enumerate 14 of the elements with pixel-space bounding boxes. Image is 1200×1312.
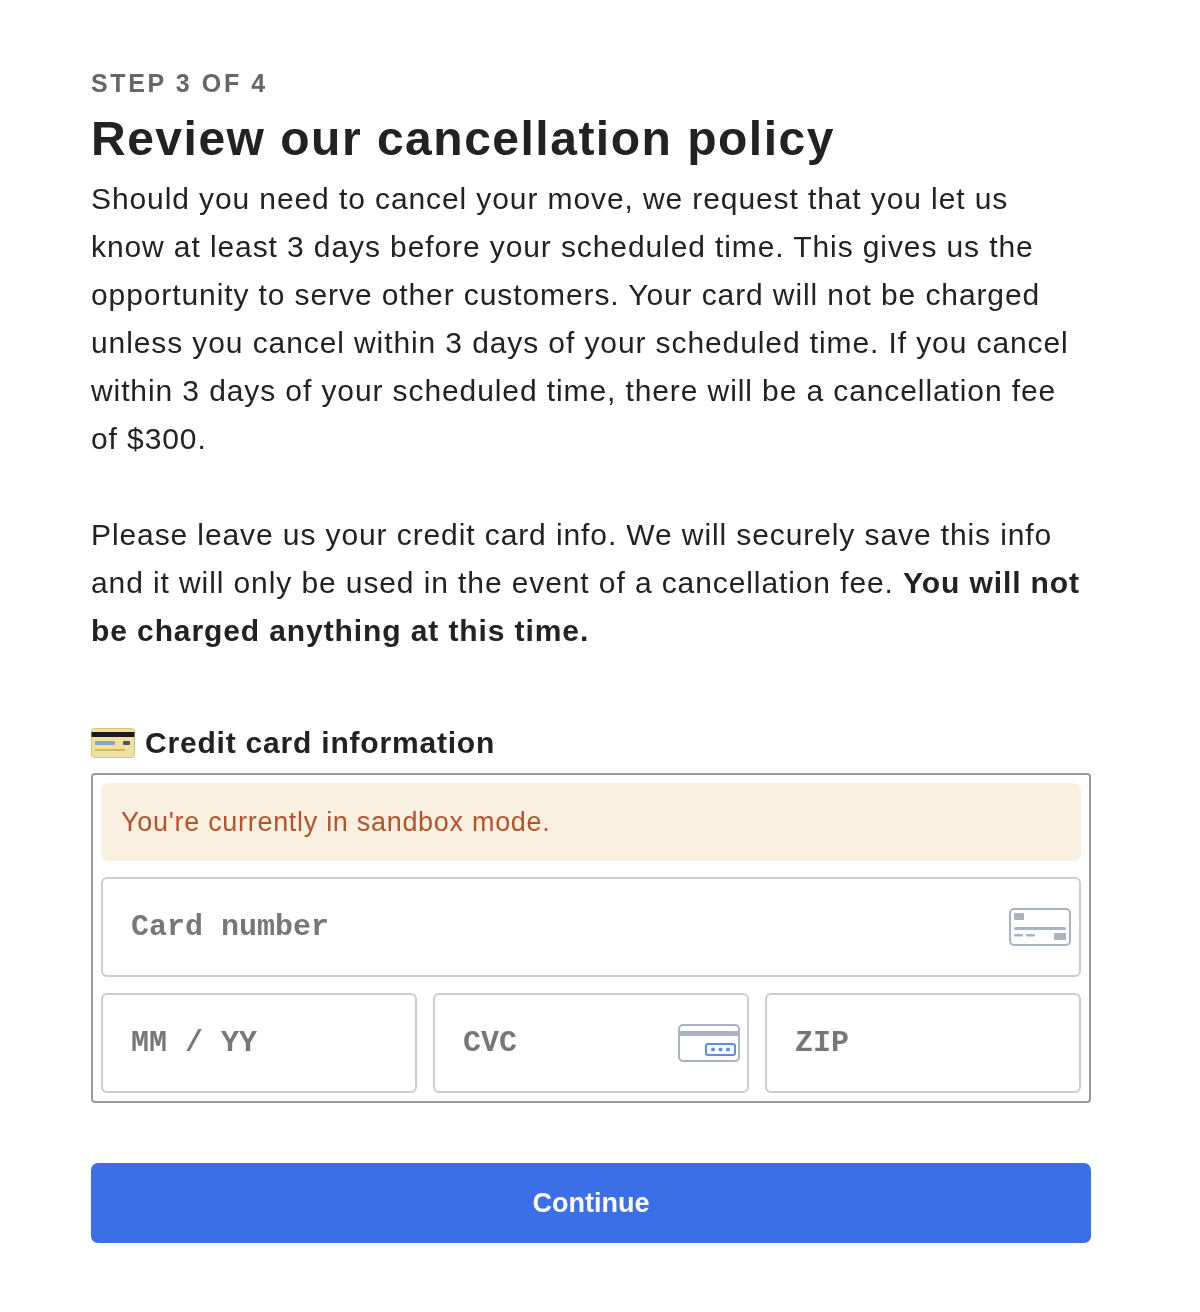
continue-button[interactable]: Continue [91,1163,1091,1243]
card-back-icon [678,1024,740,1062]
zip-code-field[interactable]: ZIP [765,993,1081,1093]
credit-card-icon [1009,908,1071,946]
section-heading: Credit card information [145,725,496,761]
step-label: STEP 3 OF 4 [91,68,269,99]
credit-card-icon [91,728,135,758]
sandbox-notice: You're currently in sandbox mode. [101,783,1081,861]
page-title: Review our cancellation policy [91,111,836,167]
expiry-date-field[interactable]: MM / YY [101,993,417,1093]
policy-paragraph: Should you need to cancel your move, we request that you let us know at least 3 days before your scheduled time. This gives us the opportunity to serve other customers. Your card will not be charged unless you cancel within 3 days of your scheduled time. If you cancel within 3 days of your scheduled time, there will be a cancellation fee of $300. [91,181,1070,457]
card-number-field[interactable]: Card number [101,877,1081,977]
policy-paragraph: Please leave us your credit card info. We will securely save this info and it will only be used in the event of a cancellation fee. You will not be charged anything at this time. [91,517,1081,649]
cvc-field[interactable]: CVC [433,993,749,1093]
